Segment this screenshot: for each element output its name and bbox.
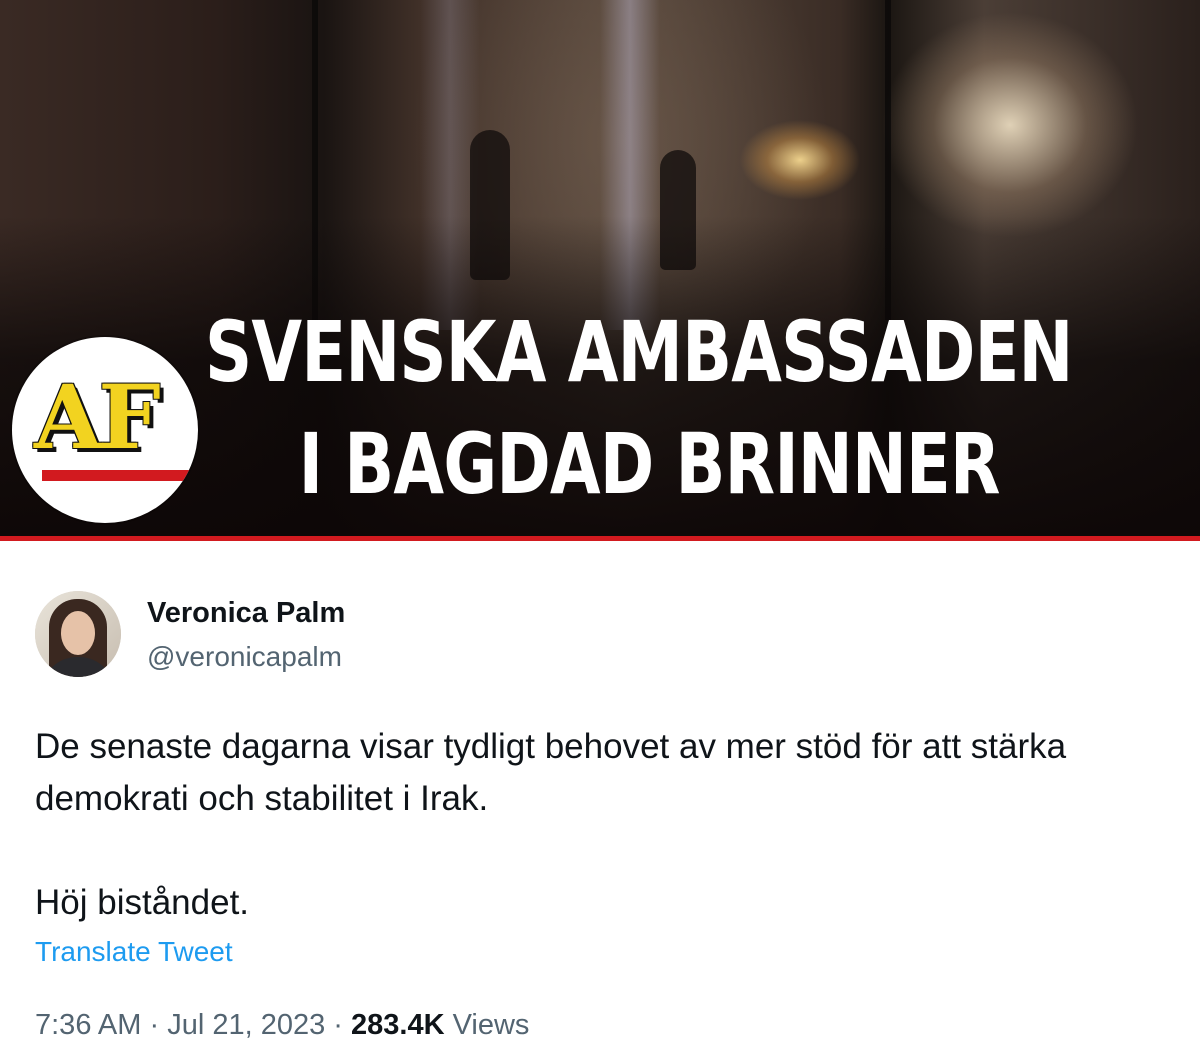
author-name[interactable]: Veronica Palm xyxy=(147,597,345,630)
headline-line-1: SVENSKA AMBASSADEN xyxy=(205,303,1073,401)
news-headline: SVENSKA AMBASSADEN I BAGDAD BRINNER xyxy=(205,296,1073,520)
meta-separator: · xyxy=(333,1009,343,1041)
translate-tweet-link[interactable]: Translate Tweet xyxy=(35,936,233,968)
tweet-paragraph-2: Höj biståndet. xyxy=(35,883,250,922)
tweet-card: Veronica Palm @veronicapalm De senaste d… xyxy=(0,541,1200,1061)
author-handle[interactable]: @veronicapalm xyxy=(147,641,342,673)
logo-text: AF xyxy=(34,365,161,469)
tweet-date[interactable]: Jul 21, 2023 xyxy=(167,1009,325,1041)
headline-line-2: I BAGDAD BRINNER xyxy=(298,415,1001,513)
page: SVENSKA AMBASSADEN I BAGDAD BRINNER AF V… xyxy=(0,0,1200,1061)
tweet-paragraph-1: De senaste dagarna visar tydligt behovet… xyxy=(35,727,1067,818)
views-count: 283.4K xyxy=(351,1009,445,1041)
tweet-text: De senaste dagarna visar tydligt behovet… xyxy=(35,721,1175,929)
aftonbladet-logo: AF xyxy=(12,337,198,523)
avatar[interactable] xyxy=(35,591,121,677)
views-label: Views xyxy=(452,1009,530,1041)
news-video-thumbnail[interactable]: SVENSKA AMBASSADEN I BAGDAD BRINNER AF xyxy=(0,0,1200,536)
logo-red-bar xyxy=(42,470,198,481)
tweet-metadata: 7:36 AM · Jul 21, 2023 · 283.4K Views xyxy=(35,1009,529,1042)
tweet-time[interactable]: 7:36 AM xyxy=(35,1009,141,1041)
meta-separator: · xyxy=(149,1009,160,1041)
